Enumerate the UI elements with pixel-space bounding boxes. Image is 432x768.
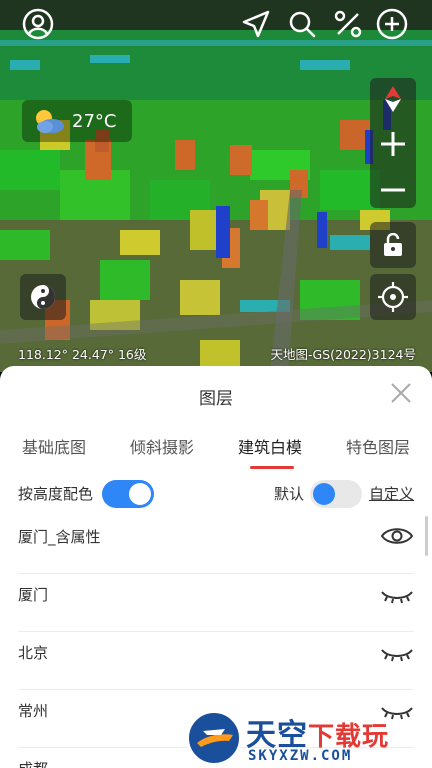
list-item[interactable]: 厦门 <box>18 574 414 632</box>
sheet-title: 图层 <box>199 389 233 409</box>
user-icon[interactable] <box>20 6 56 42</box>
zoom-out-icon[interactable] <box>381 178 405 197</box>
watermark-sub: SKYXZW.COM <box>248 748 353 764</box>
lock-button[interactable] <box>370 222 416 268</box>
search-icon[interactable] <box>284 6 320 42</box>
toggle-knob <box>313 483 335 505</box>
weather-temperature: 27°C <box>72 110 117 132</box>
locate-button[interactable] <box>370 274 416 320</box>
navigation-icon[interactable] <box>238 6 274 42</box>
layer-name: 成都 <box>18 758 48 768</box>
weather-partly-cloudy-icon <box>36 110 64 133</box>
eye-open-icon[interactable] <box>380 524 414 548</box>
list-item[interactable]: 厦门_含属性 <box>18 516 414 574</box>
eye-closed-icon[interactable] <box>380 640 414 664</box>
taiji-icon <box>31 285 55 309</box>
list-scrollbar[interactable] <box>425 516 428 556</box>
default-toggle[interactable] <box>310 480 362 508</box>
locate-icon <box>378 282 408 312</box>
map-controls-panel <box>370 78 416 208</box>
measure-icon[interactable] <box>330 6 366 42</box>
zoom-in-icon[interactable] <box>379 130 407 162</box>
add-icon[interactable] <box>374 6 410 42</box>
lock-icon <box>384 233 402 256</box>
height-color-toggle[interactable] <box>102 480 154 508</box>
tab-special-layers[interactable]: 特色图层 <box>346 434 410 458</box>
active-tab-indicator <box>250 466 294 469</box>
layer-name: 厦门 <box>18 586 49 604</box>
custom-link[interactable]: 自定义 <box>369 483 414 504</box>
tab-building-model[interactable]: 建筑白模 <box>238 434 302 458</box>
layer-tabs: 基础底图 倾斜摄影 建筑白模 特色图层 <box>0 434 432 464</box>
map-copyright: 天地图-GS(2022)3124号 <box>270 347 416 362</box>
layer-name: 北京 <box>18 644 49 662</box>
map-coordinates: 118.12° 24.47° 16级 <box>18 347 147 362</box>
tab-basemap[interactable]: 基础底图 <box>22 434 86 458</box>
default-label: 默认 <box>274 485 305 503</box>
watermark-icon <box>186 710 242 766</box>
watermark-logo: 天空下载玩 SKYXZW.COM <box>186 706 432 768</box>
layer-name: 常州 <box>18 702 49 720</box>
taiji-button[interactable] <box>20 274 66 320</box>
list-item[interactable]: 北京 <box>18 632 414 690</box>
layer-name: 厦门_含属性 <box>18 528 101 546</box>
tab-oblique-photo[interactable]: 倾斜摄影 <box>130 434 194 458</box>
eye-closed-icon[interactable] <box>380 582 414 606</box>
close-icon[interactable] <box>390 382 412 404</box>
compass-icon[interactable] <box>383 86 403 116</box>
weather-widget[interactable]: 27°C <box>22 100 132 142</box>
height-color-label: 按高度配色 <box>18 485 94 503</box>
toggle-knob <box>129 483 151 505</box>
map-view[interactable]: 27°C 118.12° 24.47° 16级 天地图-GS(2022)3124… <box>0 0 432 372</box>
color-options-row: 按高度配色 默认 自定义 <box>18 478 414 508</box>
